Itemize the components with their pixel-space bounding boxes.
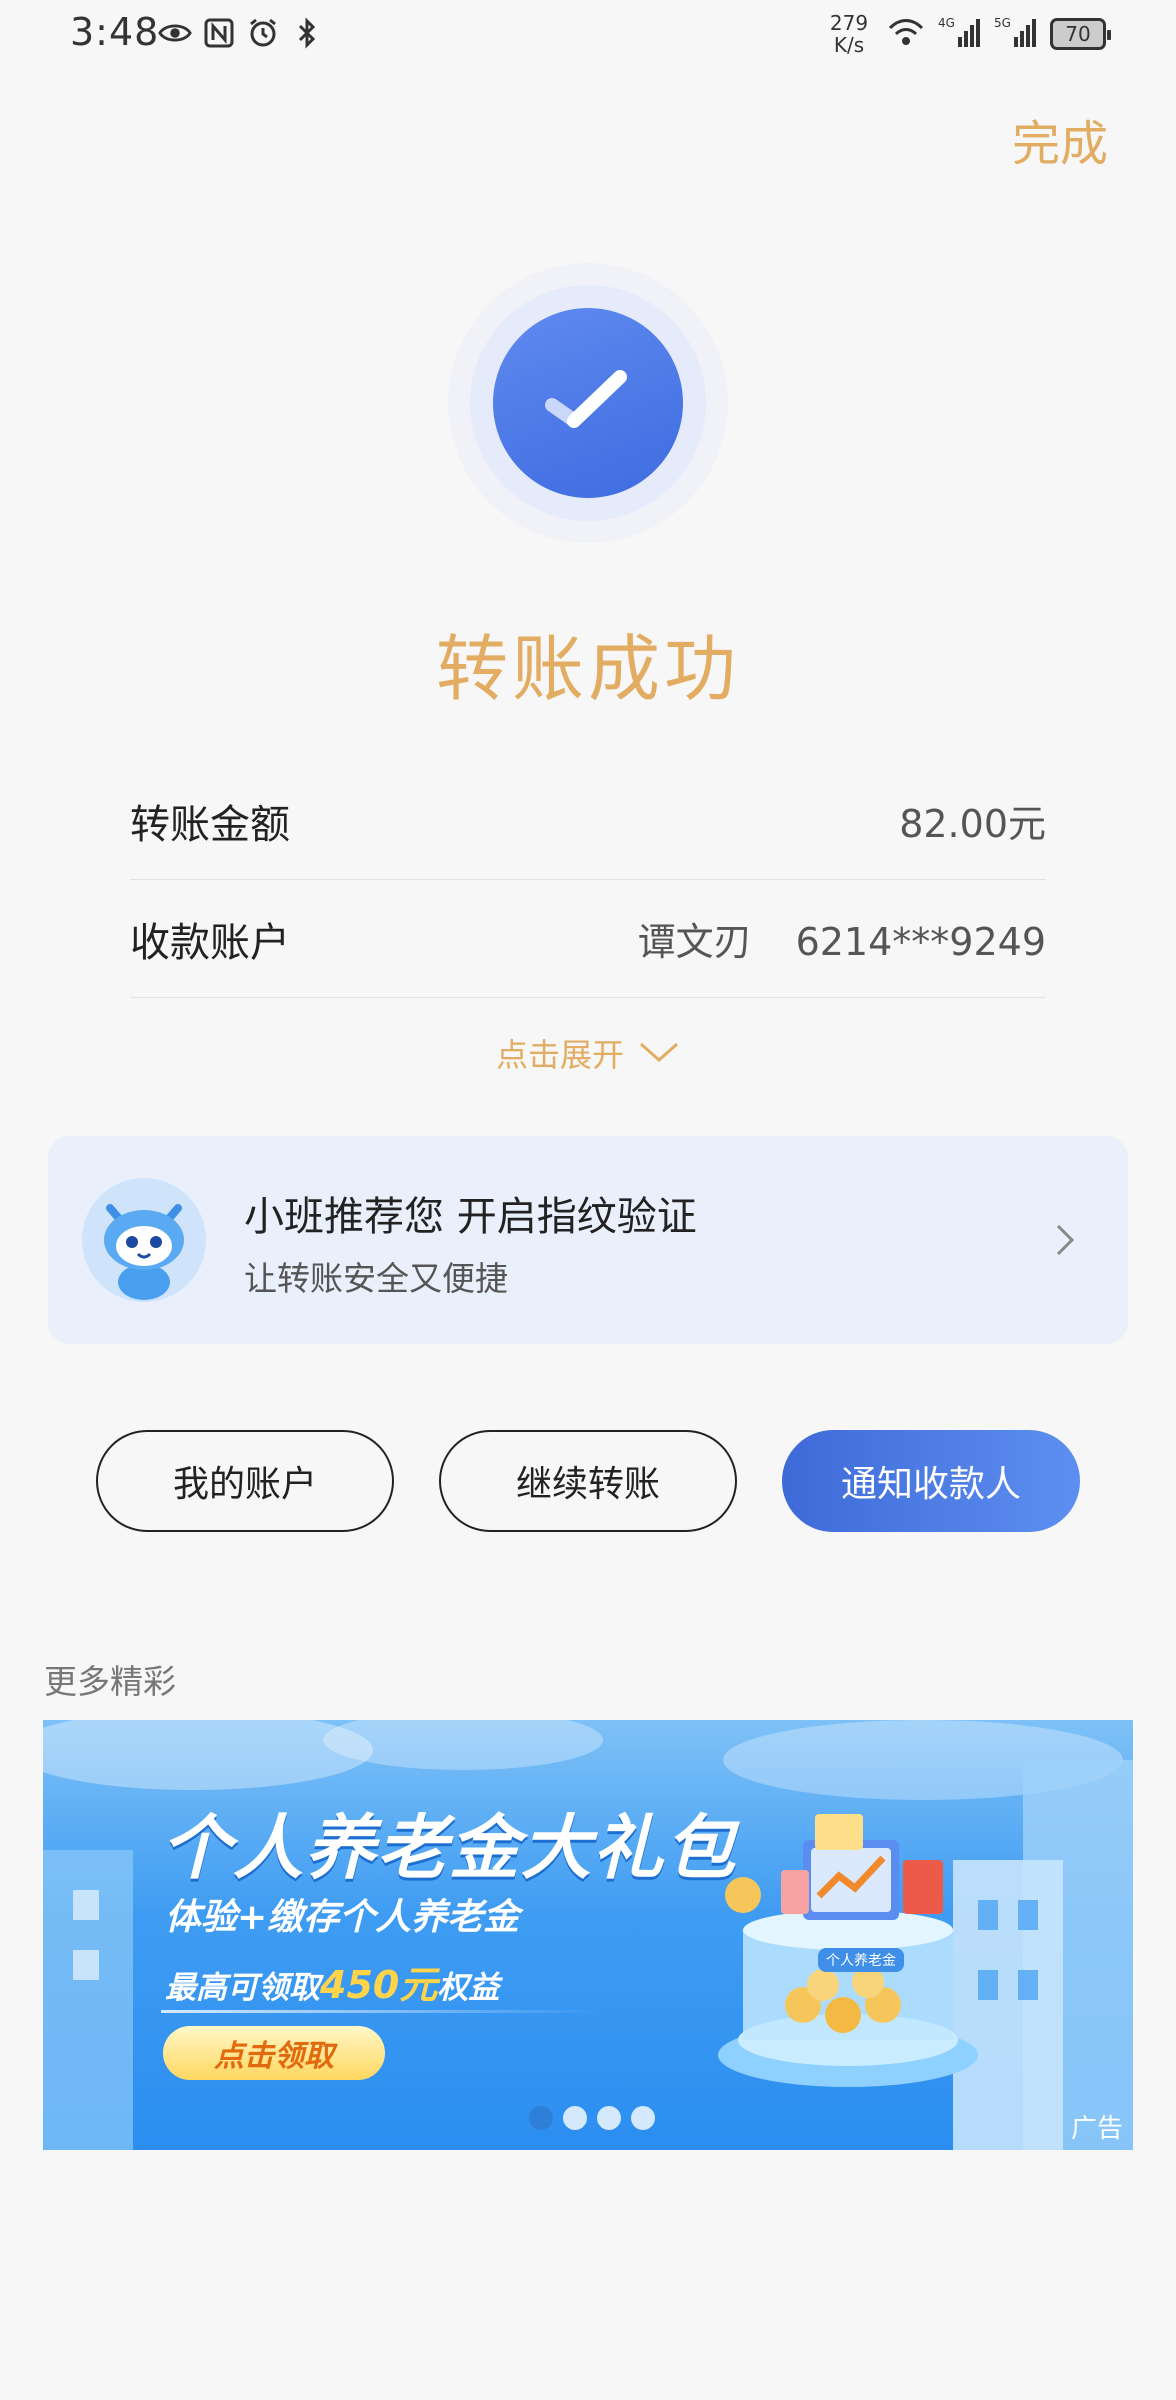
svg-text:4G: 4G xyxy=(938,16,955,30)
wifi-icon xyxy=(886,16,926,52)
banner-title: 个人养老金大礼包 xyxy=(161,1807,737,1889)
my-account-button[interactable]: 我的账户 xyxy=(96,1430,394,1532)
amount-row: 转账金额 82.00元 xyxy=(130,762,1046,880)
banner-dot[interactable] xyxy=(529,2106,553,2130)
recommendation-subtitle: 让转账安全又便捷 xyxy=(244,1259,508,1298)
payee-label: 收款账户 xyxy=(130,919,290,966)
banner-amount: 450元 xyxy=(320,1963,438,2007)
mascot-avatar xyxy=(82,1178,206,1302)
status-bar: 3:48 279 K/s 4G 5G 70 xyxy=(0,0,1176,70)
banner-line2: 最高可领取450元权益 xyxy=(165,1963,500,2007)
status-left-icons xyxy=(158,16,324,50)
bluetooth-icon xyxy=(290,16,324,50)
amount-label: 转账金额 xyxy=(130,801,290,848)
done-button[interactable]: 完成 xyxy=(1012,104,1108,174)
expand-toggle[interactable]: 点击展开 xyxy=(0,1030,1176,1076)
battery-icon: 70 xyxy=(1050,18,1111,50)
net-speed: 279 K/s xyxy=(829,11,869,57)
chevron-right-icon xyxy=(1050,1222,1080,1258)
banner-dot[interactable] xyxy=(597,2106,621,2130)
fingerprint-recommendation-card[interactable]: 小班推荐您 开启指纹验证 让转账安全又便捷 xyxy=(48,1136,1128,1344)
status-right: 279 K/s 4G 5G 70 xyxy=(824,11,1111,57)
banner-dot[interactable] xyxy=(563,2106,587,2130)
banner-pagination xyxy=(529,2106,655,2130)
payee-row: 收款账户 谭文刃 6214***9249 xyxy=(130,880,1046,998)
banner-line1: 体验+缴存个人养老金 xyxy=(165,1897,520,1938)
payee-value: 谭文刃 6214***9249 xyxy=(638,911,1046,966)
payee-name: 谭文刃 xyxy=(637,920,752,964)
amount-value: 82.00元 xyxy=(899,802,1046,846)
success-badge xyxy=(448,263,728,543)
ad-label: 广告 xyxy=(1070,2114,1123,2144)
banner-claim-button[interactable]: 点击领取 xyxy=(163,2026,385,2080)
page-title: 转账成功 xyxy=(435,627,740,711)
expand-label: 点击展开 xyxy=(495,1036,624,1074)
svg-text:5G: 5G xyxy=(994,16,1011,30)
banner-dot[interactable] xyxy=(631,2106,655,2130)
checkmark-icon xyxy=(540,361,636,445)
payee-account: 6214***9249 xyxy=(795,920,1046,964)
alarm-icon xyxy=(246,16,280,50)
recommendation-title: 小班推荐您 开启指纹验证 xyxy=(244,1194,697,1240)
signal-4g-icon: 4G xyxy=(938,15,982,53)
notify-payee-button[interactable]: 通知收款人 xyxy=(782,1430,1080,1532)
eye-icon xyxy=(158,16,192,50)
continue-transfer-button[interactable]: 继续转账 xyxy=(439,1430,737,1532)
signal-5g-icon: 5G xyxy=(994,15,1038,53)
nfc-icon xyxy=(202,16,236,50)
banner-jar-label: 个人养老金 xyxy=(818,1948,904,1972)
status-time: 3:48 xyxy=(70,10,160,54)
promo-banner[interactable]: 个人养老金大礼包 体验+缴存个人养老金 最高可领取450元权益 点击领取 个人养… xyxy=(43,1720,1133,2150)
more-section-title: 更多精彩 xyxy=(44,1662,176,1701)
chevron-down-icon xyxy=(638,1034,680,1072)
